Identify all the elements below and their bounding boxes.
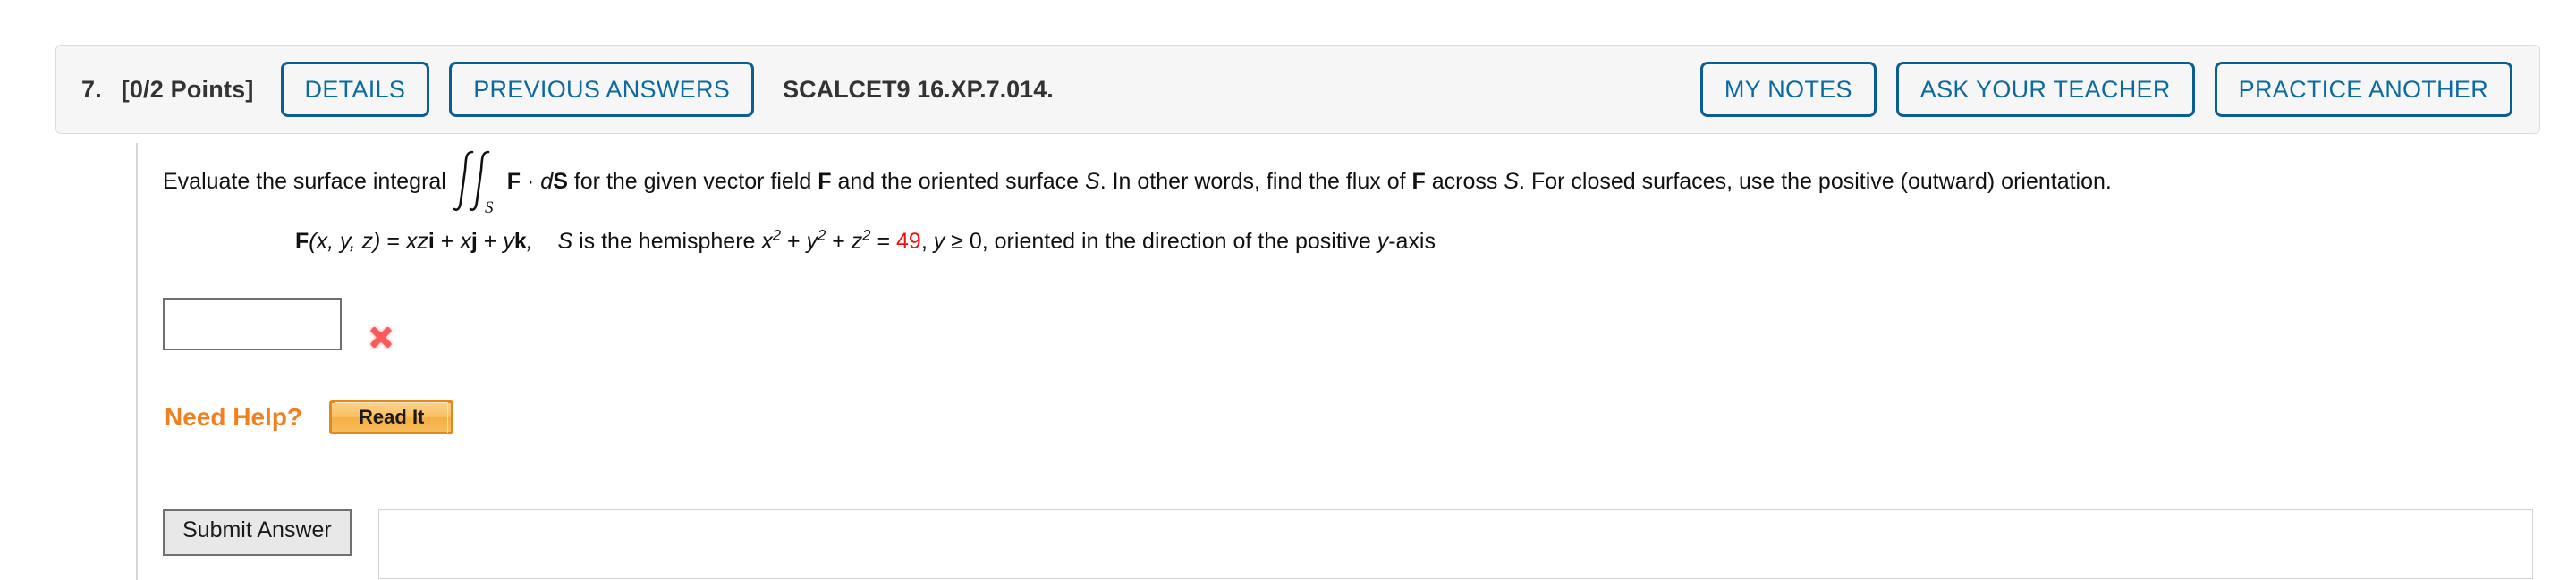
equation-term1-unit-vector: i bbox=[428, 229, 435, 254]
points-value: [0/2 Points] bbox=[121, 75, 254, 103]
equation-var-y: y bbox=[806, 229, 818, 254]
equation-equals-radius: = bbox=[877, 229, 891, 254]
prompt-text-part-3a: . In other words, find the flux of bbox=[1099, 169, 1406, 194]
ask-your-teacher-button[interactable]: ASK YOUR TEACHER bbox=[1895, 62, 2195, 117]
prompt-text-part-2a: for the given vector field bbox=[573, 169, 812, 194]
need-help-row: Need Help? Read It bbox=[165, 400, 454, 434]
equation-term2-unit-vector: j bbox=[470, 229, 478, 254]
integrand-differential-s: S bbox=[553, 169, 568, 194]
equation-exponent-z: 2 bbox=[862, 227, 871, 244]
equation-surface-symbol: S bbox=[557, 229, 573, 254]
ask-your-teacher-button-label: ASK YOUR TEACHER bbox=[1919, 75, 2171, 103]
previous-answers-button-label: PREVIOUS ANSWERS bbox=[473, 75, 731, 103]
equation-term1-scalar: xz bbox=[405, 229, 428, 254]
integrand-dot-symbol: · bbox=[527, 169, 535, 194]
header-actions-group: MY NOTES ASK YOUR TEACHER PRACTICE ANOTH… bbox=[1699, 62, 2512, 117]
read-it-button-label: Read It bbox=[335, 402, 449, 433]
practice-another-button[interactable]: PRACTICE ANOTHER bbox=[2214, 62, 2512, 117]
equation-plus-a: + bbox=[787, 229, 801, 254]
equation-orientation-variable: y bbox=[1377, 229, 1389, 254]
equation-field-name: F bbox=[295, 229, 309, 254]
equation-term3-scalar: y bbox=[503, 229, 514, 254]
prompt-text-part-1: Evaluate the surface integral bbox=[163, 169, 446, 194]
footer-panel bbox=[377, 509, 2533, 579]
equation-term2-scalar: x bbox=[460, 229, 471, 254]
details-button[interactable]: DETAILS bbox=[280, 62, 430, 117]
integral-subscript-label: S bbox=[485, 198, 494, 216]
prompt-field-symbol-2: F bbox=[818, 169, 832, 194]
equation-plus-b: + bbox=[832, 229, 845, 254]
answer-input[interactable] bbox=[163, 298, 342, 350]
incorrect-x-icon bbox=[367, 324, 394, 350]
prompt-surface-symbol-3: S bbox=[1504, 169, 1520, 194]
prompt-text-part-4: . For closed surfaces, use the positive … bbox=[1519, 169, 2112, 194]
equation-surface-description: is the hemisphere bbox=[579, 229, 756, 254]
prompt-text-part-3b: across bbox=[1431, 169, 1498, 194]
read-it-button[interactable]: Read It bbox=[329, 400, 454, 434]
problem-equation: F(x, y, z) = xzi + xj + yk, S is the hem… bbox=[295, 227, 1436, 255]
my-notes-button[interactable]: MY NOTES bbox=[1699, 62, 1877, 117]
equation-condition-comma: , bbox=[920, 229, 928, 254]
prompt-text-part-2b: and the oriented surface bbox=[837, 169, 1080, 194]
equation-equals: = bbox=[386, 229, 400, 254]
need-help-label: Need Help? bbox=[165, 403, 303, 431]
prompt-field-symbol-3: F bbox=[1411, 169, 1426, 194]
equation-var-z: z bbox=[851, 229, 863, 254]
equation-condition: ≥ 0, bbox=[951, 229, 988, 254]
equation-radius-squared-value: 49 bbox=[896, 229, 921, 254]
previous-answers-button[interactable]: PREVIOUS ANSWERS bbox=[449, 62, 755, 117]
practice-another-button-label: PRACTICE ANOTHER bbox=[2238, 75, 2488, 103]
equation-orientation-text: oriented in the direction of the positiv… bbox=[994, 229, 1371, 254]
equation-comma: , bbox=[526, 229, 533, 254]
footer-row: Submit Answer bbox=[138, 509, 2542, 579]
integrand-field-symbol: F bbox=[506, 169, 521, 194]
equation-exponent-y: 2 bbox=[818, 227, 826, 244]
equation-plus-2: + bbox=[483, 229, 497, 254]
equation-plus-1: + bbox=[440, 229, 454, 254]
integrand-differential-d: d bbox=[540, 169, 554, 194]
equation-var-x: x bbox=[761, 229, 773, 254]
question-body: Evaluate the surface integral S F · dS f… bbox=[136, 143, 2540, 580]
question-header-bar: 7. [0/2 Points] DETAILS PREVIOUS ANSWERS… bbox=[55, 45, 2540, 134]
question-number: 7. bbox=[81, 75, 102, 103]
details-button-label: DETAILS bbox=[304, 75, 406, 103]
question-page: 7. [0/2 Points] DETAILS PREVIOUS ANSWERS… bbox=[0, 0, 2576, 580]
equation-term3-unit-vector: k bbox=[513, 229, 527, 254]
answer-row bbox=[163, 298, 394, 350]
my-notes-button-label: MY NOTES bbox=[1724, 75, 1852, 103]
equation-exponent-x: 2 bbox=[772, 227, 782, 244]
equation-orientation-axis: -axis bbox=[1388, 229, 1436, 254]
problem-statement: Evaluate the surface integral S F · dS f… bbox=[163, 151, 2112, 216]
prompt-surface-symbol-2: S bbox=[1085, 169, 1100, 194]
submit-answer-button[interactable]: Submit Answer bbox=[163, 509, 352, 556]
equation-condition-variable: y bbox=[933, 229, 945, 254]
question-points-label: 7. [0/2 Points] bbox=[81, 76, 254, 104]
question-code: SCALCET9 16.XP.7.014. bbox=[783, 75, 1054, 103]
equation-field-args: (x, y, z) bbox=[309, 229, 381, 254]
